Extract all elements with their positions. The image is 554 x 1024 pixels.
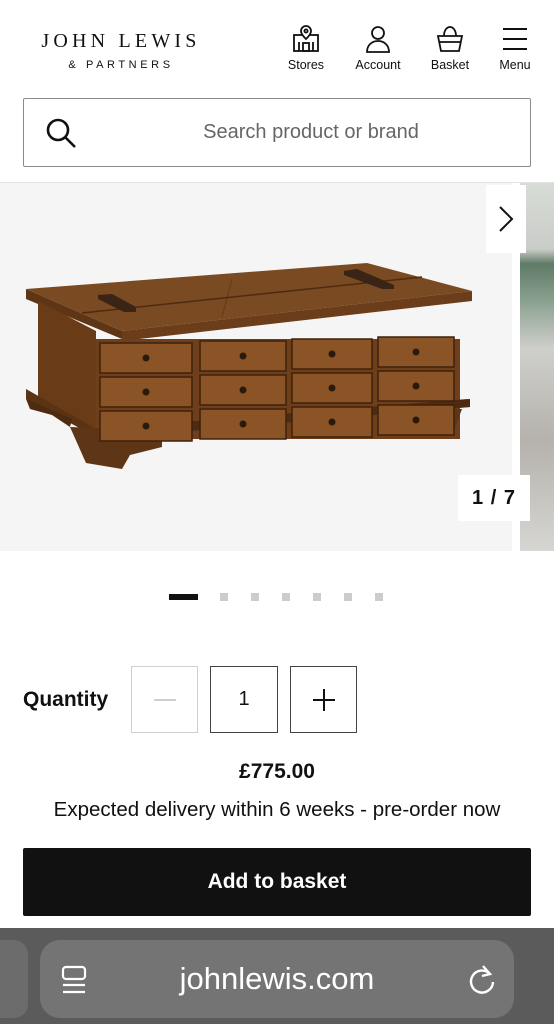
product-image-gallery[interactable]: 1 / 7 — [0, 183, 554, 551]
search-bar[interactable] — [23, 98, 531, 167]
stores-label: Stores — [287, 58, 325, 72]
quantity-input[interactable] — [210, 666, 278, 733]
account-icon — [366, 26, 390, 53]
plus-icon — [312, 688, 335, 711]
product-image-coffee-table — [26, 263, 472, 469]
pagination-dot-3[interactable] — [251, 593, 259, 601]
basket-nav-button[interactable]: Basket — [414, 24, 486, 72]
stores-icon — [293, 25, 319, 52]
account-label: Account — [355, 58, 401, 72]
stores-nav-button[interactable]: Stores — [270, 24, 342, 72]
minus-icon — [153, 698, 176, 701]
search-input[interactable] — [104, 99, 518, 166]
basket-label: Basket — [430, 58, 470, 72]
chevron-right-icon — [499, 206, 514, 232]
pagination-dot-4[interactable] — [282, 593, 290, 601]
add-to-basket-button[interactable]: Add to basket — [23, 848, 531, 916]
gallery-next-button[interactable] — [486, 185, 526, 253]
logo-main-text: JOHN LEWIS — [41, 30, 201, 52]
pagination-dot-1[interactable] — [169, 594, 198, 600]
menu-icon — [503, 28, 527, 50]
menu-nav-button[interactable]: Menu — [486, 24, 544, 72]
url-text: johnlewis.com — [179, 961, 375, 996]
gallery-pagination — [169, 593, 406, 601]
pagination-dot-2[interactable] — [220, 593, 228, 601]
delivery-message: Expected delivery within 6 weeks - pre-o… — [53, 798, 501, 821]
reload-icon[interactable] — [466, 962, 498, 996]
menu-label: Menu — [499, 58, 531, 72]
pagination-dot-7[interactable] — [375, 593, 383, 601]
gallery-slide-main[interactable] — [0, 183, 512, 551]
quantity-label: Quantity — [23, 688, 109, 711]
quantity-decrease-button[interactable] — [131, 666, 198, 733]
quantity-increase-button[interactable] — [290, 666, 357, 733]
pagination-dot-5[interactable] — [313, 593, 321, 601]
pagination-dot-6[interactable] — [344, 593, 352, 601]
search-icon[interactable] — [44, 116, 78, 150]
basket-icon — [436, 26, 464, 52]
logo-sub-text: & PARTNERS — [68, 59, 174, 71]
account-nav-button[interactable]: Account — [342, 24, 414, 72]
browser-toolbar: johnlewis.com — [0, 928, 554, 1024]
product-price: £775.00 — [239, 760, 315, 783]
john-lewis-logo[interactable]: JOHN LEWIS & PARTNERS — [26, 30, 216, 71]
previous-tab-preview[interactable] — [0, 940, 28, 1018]
address-bar[interactable]: johnlewis.com — [40, 940, 514, 1018]
header-nav: Stores Account Basket Menu — [270, 24, 544, 72]
gallery-counter: 1 / 7 — [458, 475, 530, 521]
site-header: JOHN LEWIS & PARTNERS Stores Account Bas… — [0, 0, 554, 92]
